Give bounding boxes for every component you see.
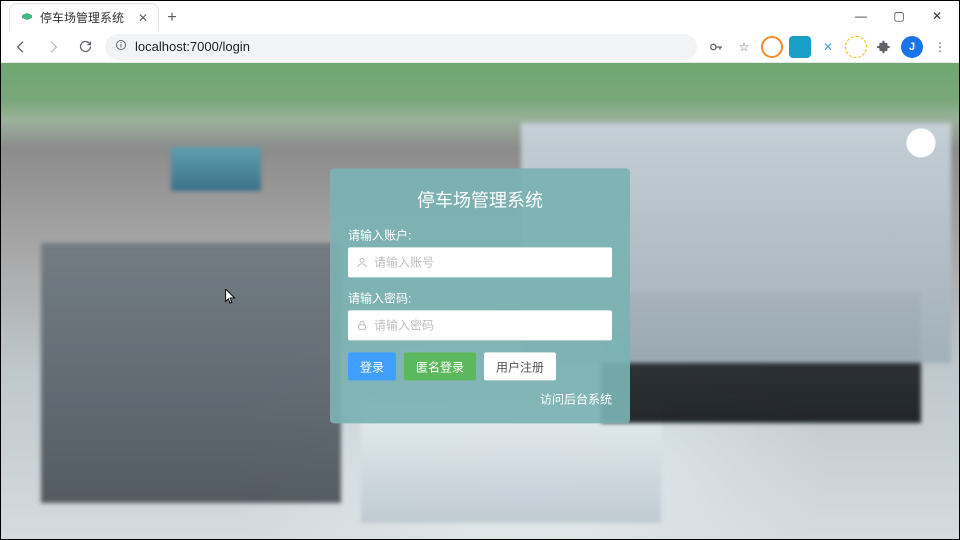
site-info-icon[interactable] <box>115 39 127 54</box>
username-input[interactable] <box>374 255 604 269</box>
backend-link[interactable]: 访问后台系统 <box>540 392 612 406</box>
tab-title: 停车场管理系统 <box>40 9 132 26</box>
browser-toolbar: ☆ ✕ J ⋮ <box>1 31 959 63</box>
login-card: 停车场管理系统 请输入账户: 请输入密码: 登录 匿名登录 用户注册 <box>330 168 630 423</box>
password-input[interactable] <box>374 318 604 332</box>
url-input[interactable] <box>135 39 687 54</box>
password-key-icon[interactable] <box>705 36 727 58</box>
page-viewport: 停车场管理系统 请输入账户: 请输入密码: 登录 匿名登录 用户注册 <box>1 63 959 539</box>
tab-strip: 停车场管理系统 ✕ + ― ▢ ✕ <box>1 1 959 31</box>
browser-window: 停车场管理系统 ✕ + ― ▢ ✕ ☆ <box>0 0 960 540</box>
button-row: 登录 匿名登录 用户注册 <box>348 352 612 380</box>
password-input-wrap[interactable] <box>348 310 612 340</box>
ext-2-icon[interactable] <box>789 36 811 58</box>
user-icon <box>356 256 368 268</box>
address-bar[interactable] <box>105 34 697 60</box>
back-button[interactable] <box>9 35 33 59</box>
toolbar-icons: ☆ ✕ J ⋮ <box>705 36 951 58</box>
anonymous-login-button[interactable]: 匿名登录 <box>404 352 476 380</box>
kebab-menu-icon[interactable]: ⋮ <box>929 36 951 58</box>
window-controls: ― ▢ ✕ <box>843 1 959 31</box>
register-button[interactable]: 用户注册 <box>484 352 556 380</box>
profile-avatar[interactable]: J <box>901 36 923 58</box>
login-button[interactable]: 登录 <box>348 352 396 380</box>
reload-button[interactable] <box>73 35 97 59</box>
username-input-wrap[interactable] <box>348 247 612 277</box>
username-label: 请输入账户: <box>348 226 612 243</box>
password-label: 请输入密码: <box>348 289 612 306</box>
login-title: 停车场管理系统 <box>348 186 612 212</box>
favicon-icon <box>20 11 34 25</box>
lock-icon <box>356 319 368 331</box>
minimize-button[interactable]: ― <box>843 3 879 29</box>
ext-4-icon[interactable] <box>845 36 867 58</box>
ext-1-icon[interactable] <box>761 36 783 58</box>
ext-3-icon[interactable]: ✕ <box>817 36 839 58</box>
bookmark-star-icon[interactable]: ☆ <box>733 36 755 58</box>
backend-link-row: 访问后台系统 <box>348 390 612 407</box>
browser-tab[interactable]: 停车场管理系统 ✕ <box>9 3 159 31</box>
close-icon[interactable]: ✕ <box>138 11 148 25</box>
maximize-button[interactable]: ▢ <box>881 3 917 29</box>
forward-button[interactable] <box>41 35 65 59</box>
extensions-icon[interactable] <box>873 36 895 58</box>
close-window-button[interactable]: ✕ <box>919 3 955 29</box>
new-tab-button[interactable]: + <box>159 5 185 31</box>
